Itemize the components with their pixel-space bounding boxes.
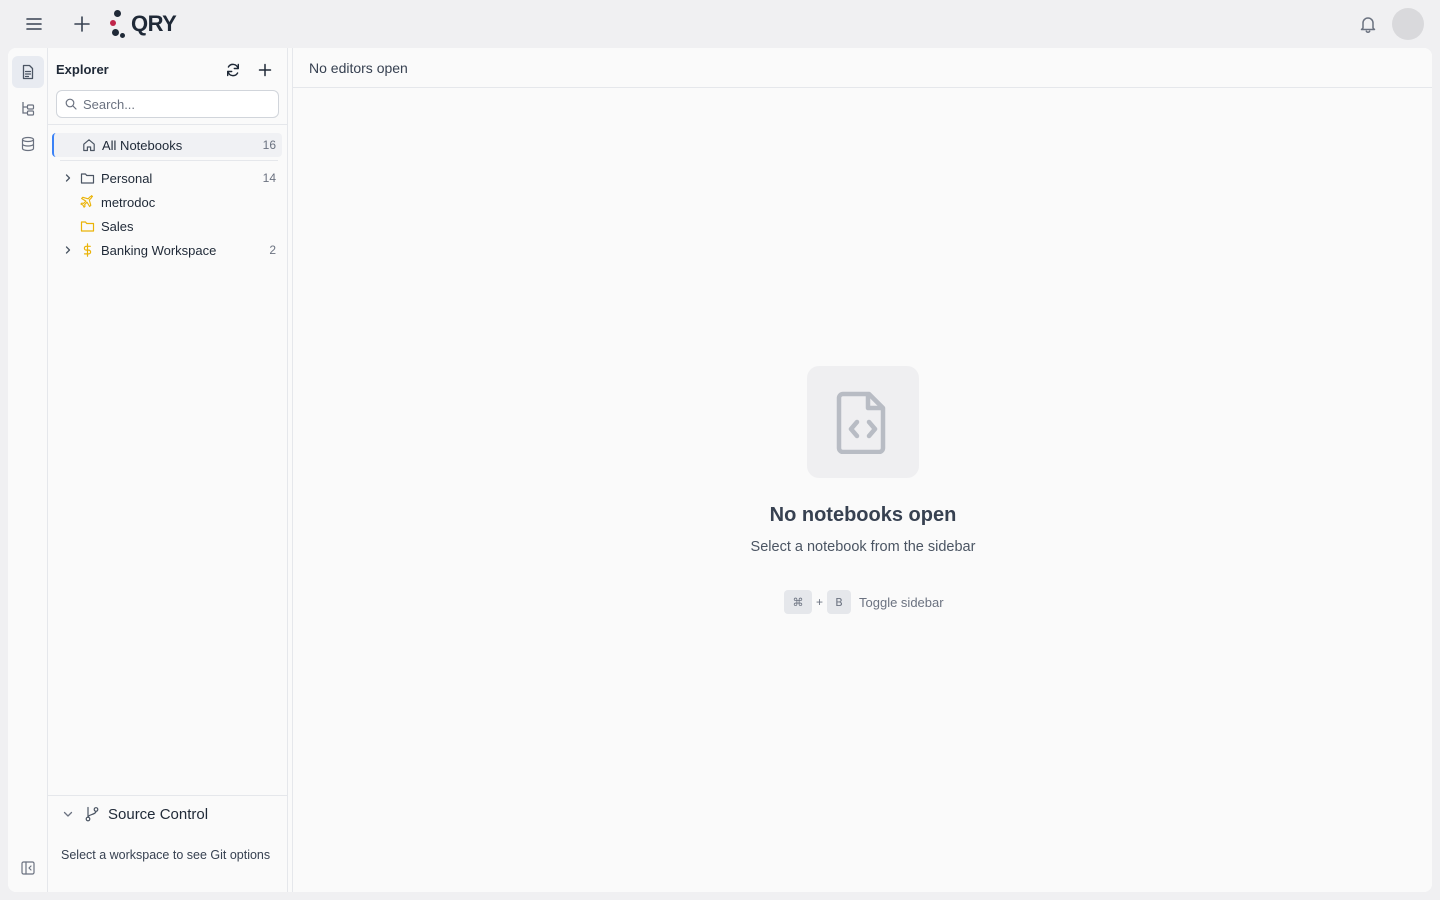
- refresh-icon: [225, 62, 241, 78]
- search-box: [56, 90, 279, 118]
- database-icon: [20, 136, 36, 152]
- panel-left-close-icon: [21, 861, 35, 875]
- git-branch-icon: [84, 806, 100, 822]
- tree-item-metrodoc[interactable]: metrodoc: [52, 190, 282, 214]
- bell-icon: [1358, 14, 1378, 34]
- kbd-cmd: ⌘: [784, 590, 812, 614]
- chevron-down-icon: [62, 808, 74, 820]
- activity-schema-button[interactable]: [12, 92, 44, 124]
- notifications-button[interactable]: [1354, 10, 1382, 38]
- activity-database-button[interactable]: [12, 128, 44, 160]
- empty-state-illustration: [807, 366, 919, 478]
- tree-item-label: metrodoc: [101, 194, 156, 210]
- source-control-divider: [48, 795, 288, 796]
- explorer-title: Explorer: [56, 62, 109, 77]
- explorer-header: Explorer: [48, 48, 288, 88]
- user-avatar[interactable]: [1392, 8, 1424, 40]
- tree-item-banking-workspace[interactable]: Banking Workspace 2: [52, 238, 282, 262]
- no-editors-label: No editors open: [309, 60, 408, 76]
- empty-state-subtitle: Select a notebook from the sidebar: [750, 539, 976, 555]
- editor-area: No editors open No notebooks open Select…: [292, 48, 1432, 892]
- new-notebook-button[interactable]: [68, 10, 96, 38]
- logo-text: QRY: [131, 11, 177, 36]
- all-notebooks-item[interactable]: All Notebooks 16: [52, 133, 282, 157]
- source-control-header[interactable]: Source Control: [48, 802, 288, 826]
- all-notebooks-count: 16: [262, 138, 276, 152]
- home-icon: [82, 138, 96, 152]
- source-control-message: Select a workspace to see Git options: [61, 848, 271, 862]
- tree-structure-icon: [20, 100, 36, 116]
- app-logo[interactable]: QRY: [110, 8, 177, 40]
- tree-item-count: 2: [269, 243, 276, 257]
- folder-icon: [80, 219, 95, 233]
- tree-item-label: Sales: [101, 218, 134, 234]
- folder-icon: [80, 171, 95, 185]
- tree-item-label: Personal: [101, 170, 153, 186]
- plus-icon: [258, 63, 272, 77]
- top-bar: QRY: [0, 0, 1440, 48]
- tree-item-personal[interactable]: Personal 14: [52, 166, 282, 190]
- kbd-plus: +: [816, 595, 824, 609]
- plus-icon: [73, 15, 91, 33]
- tree-item-label: Banking Workspace: [101, 242, 217, 258]
- chevron-right-icon[interactable]: [60, 245, 76, 255]
- kbd-b: B: [827, 590, 852, 614]
- activity-explorer-button[interactable]: [12, 56, 44, 88]
- source-control-title: Source Control: [108, 805, 209, 823]
- search-icon: [65, 98, 77, 110]
- chevron-right-icon[interactable]: [60, 173, 76, 183]
- editor-tab-bar: No editors open: [293, 48, 1432, 88]
- all-notebooks-label: All Notebooks: [102, 137, 183, 153]
- file-text-icon: [20, 64, 36, 80]
- main-frame: Explorer All Notebooks: [8, 48, 1432, 892]
- dollar-icon: [80, 243, 95, 257]
- keyboard-shortcut-hint: ⌘ + B Toggle sidebar: [784, 590, 944, 614]
- activity-bar: [8, 48, 48, 892]
- file-code-icon: [835, 390, 891, 454]
- add-item-button[interactable]: [253, 58, 277, 82]
- shortcut-label: Toggle sidebar: [859, 594, 944, 610]
- logo-dots-icon: [110, 9, 130, 39]
- plane-icon: [80, 195, 95, 209]
- tree-item-sales[interactable]: Sales: [52, 214, 282, 238]
- tree-divider: [60, 160, 278, 161]
- menu-button[interactable]: [20, 10, 48, 38]
- hamburger-menu-icon: [25, 15, 43, 33]
- search-input[interactable]: [83, 96, 263, 112]
- refresh-button[interactable]: [221, 58, 245, 82]
- empty-state-title: No notebooks open: [769, 504, 957, 526]
- tree-item-count: 14: [262, 171, 276, 185]
- explorer-divider: [48, 124, 288, 125]
- collapse-sidebar-button[interactable]: [18, 858, 38, 878]
- explorer-panel: Explorer All Notebooks: [48, 48, 288, 892]
